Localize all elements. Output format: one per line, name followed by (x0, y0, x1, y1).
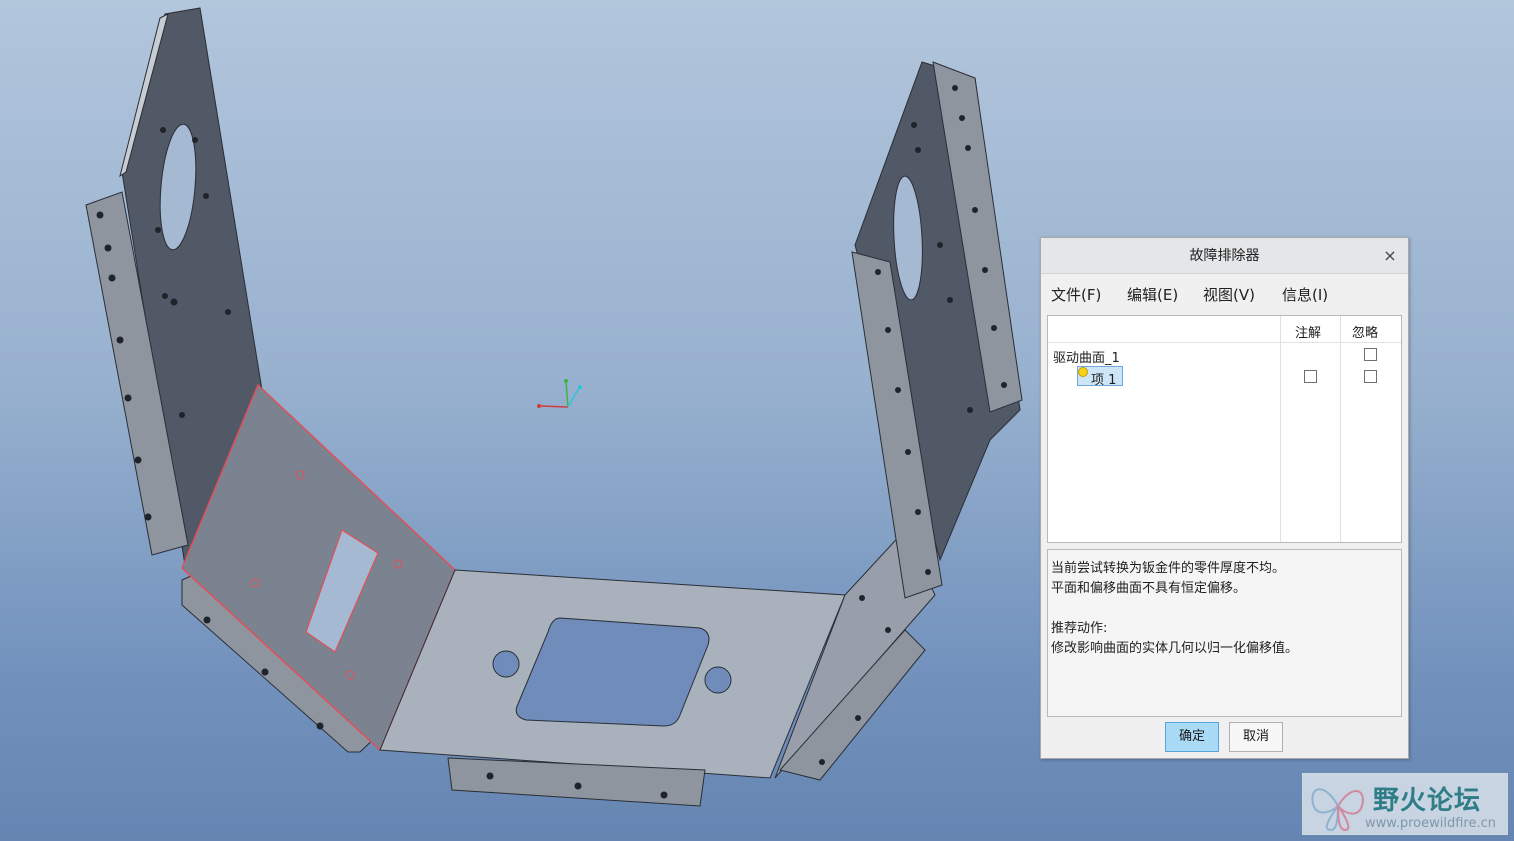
base-hole-right (704, 666, 732, 694)
annotate-checkbox-item[interactable] (1304, 370, 1317, 383)
menu-view[interactable]: 视图(V) (1203, 284, 1255, 305)
column-separator (1340, 316, 1341, 542)
menu-edit[interactable]: 编辑(E) (1127, 284, 1178, 305)
status-dot-icon (1078, 367, 1088, 377)
forum-watermark: 野火论坛 www.proewildfire.cn (1302, 773, 1508, 835)
dialog-menubar: 文件(F) 编辑(E) 视图(V) 信息(I) (1041, 274, 1408, 312)
troubleshooter-dialog[interactable]: 故障排除器 × 文件(F) 编辑(E) 视图(V) 信息(I) 注解 忽略 驱动… (1040, 237, 1409, 759)
tree-item-root[interactable]: 驱动曲面_1 (1053, 347, 1120, 366)
ok-button[interactable]: 确定 (1165, 722, 1219, 752)
cancel-button[interactable]: 取消 (1229, 722, 1283, 752)
message-line: 修改影响曲面的实体几何以归一化偏移值。 (1051, 641, 1299, 656)
message-line: 平面和偏移曲面不具有恒定偏移。 (1051, 581, 1247, 596)
column-header-annotate[interactable]: 注解 (1295, 322, 1321, 341)
tree-item-child[interactable]: 项 1 (1091, 369, 1116, 388)
ignore-checkbox-root[interactable] (1364, 348, 1377, 361)
dialog-titlebar[interactable]: 故障排除器 × (1041, 238, 1408, 274)
watermark-url: www.proewildfire.cn (1365, 816, 1496, 831)
message-heading: 推荐动作: (1051, 621, 1108, 636)
watermark-title: 野火论坛 (1373, 786, 1482, 816)
close-icon[interactable]: × (1380, 246, 1400, 266)
dialog-title: 故障排除器 (1189, 248, 1260, 264)
message-line: 当前尝试转换为钣金件的零件厚度不均。 (1051, 561, 1286, 576)
column-header-ignore[interactable]: 忽略 (1352, 322, 1378, 341)
message-panel: 当前尝试转换为钣金件的零件厚度不均。 平面和偏移曲面不具有恒定偏移。 推荐动作:… (1047, 549, 1402, 717)
menu-file[interactable]: 文件(F) (1051, 284, 1101, 305)
coordinate-axes-icon (537, 379, 582, 408)
butterfly-logo-icon (1311, 788, 1364, 832)
column-separator (1280, 316, 1281, 542)
ignore-checkbox-item[interactable] (1364, 370, 1377, 383)
base-hole-left (492, 650, 520, 678)
item-tree-panel[interactable]: 注解 忽略 驱动曲面_1 项 1 (1047, 315, 1402, 543)
tree-header (1048, 316, 1401, 343)
menu-info[interactable]: 信息(I) (1282, 284, 1328, 305)
